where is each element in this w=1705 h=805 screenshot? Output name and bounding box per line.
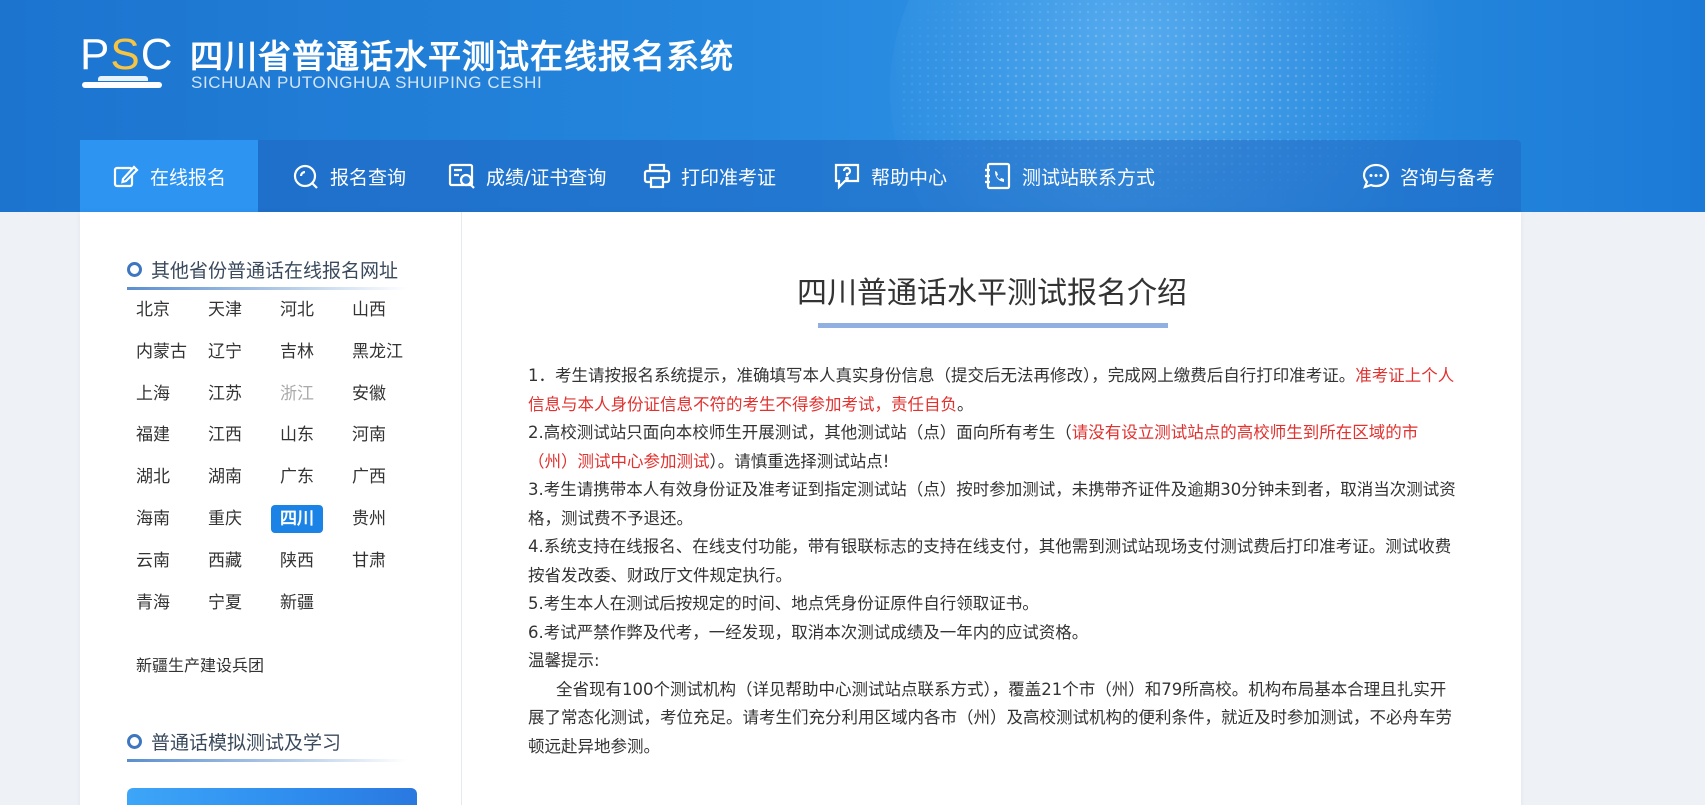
practice-banner[interactable] [127, 788, 417, 805]
nav-test-station-contacts[interactable]: 测试站联系方式 [984, 140, 1155, 212]
section-underline [127, 287, 407, 290]
province-link[interactable]: 青海 [127, 589, 179, 617]
province-link[interactable]: 北京 [127, 296, 179, 324]
notice-item-2: 2.高校测试站只面向本校师生开展测试，其他测试站（点）面向所有考生（请没有设立测… [528, 423, 1419, 471]
province-link[interactable]: 甘肃 [343, 547, 395, 575]
notice-item-1: 1．考生请按报名系统提示，准确填写本人真实身份信息（提交后无法再修改），完成网上… [528, 366, 1455, 414]
main-card: 其他省份普通话在线报名网址 北京 天津 河北 山西内蒙古 辽宁 吉林 黑龙江上海 江苏 浙江 安徽… [80, 212, 1521, 805]
nav-label: 报名查询 [330, 166, 407, 189]
main-nav: 在线报名 报名查询 成绩/证书查询 打印准考证 帮助中心 测试站联系方式 咨询与… [80, 140, 1521, 212]
province-link[interactable]: 吉林 [271, 338, 323, 366]
province-link[interactable]: 黑龙江 [343, 338, 412, 366]
title-underline [818, 323, 1168, 328]
province-link[interactable]: 山东 [271, 421, 323, 449]
province-link[interactable]: 新疆 [271, 589, 323, 617]
nav-score-certificate-query[interactable]: 成绩/证书查询 [448, 140, 606, 212]
phone-book-icon [985, 162, 1011, 190]
logo-book-base [82, 82, 162, 88]
printer-icon [643, 163, 671, 189]
site-header: PSC 四川省普通话水平测试在线报名系统 SICHUAN PUTONGHUA S… [0, 0, 1705, 212]
nav-help-center[interactable]: 帮助中心 [833, 140, 947, 212]
province-link[interactable]: 湖北 [127, 463, 179, 491]
province-link[interactable]: 浙江 [271, 380, 323, 408]
registration-notice: 1．考生请按报名系统提示，准确填写本人真实身份信息（提交后无法再修改），完成网上… [528, 362, 1458, 761]
province-link[interactable]: 西藏 [199, 547, 251, 575]
notice-item-4: 4.系统支持在线报名、在线支付功能，带有银联标志的支持在线支付，其他需到测试站现… [528, 537, 1452, 585]
province-link[interactable]: 辽宁 [199, 338, 251, 366]
section-underline [127, 759, 407, 762]
province-link[interactable]: 宁夏 [199, 589, 251, 617]
province-link[interactable]: 河南 [343, 421, 395, 449]
province-link[interactable]: 四川 [271, 505, 323, 533]
province-link[interactable]: 重庆 [199, 505, 251, 533]
notice-item-6: 6.考试严禁作弊及代考，一经发现，取消本次测试成绩及一年内的应试资格。 [528, 622, 1089, 642]
province-link[interactable]: 广东 [271, 463, 323, 491]
circle-bullet-icon [127, 734, 142, 749]
province-link-xinjiang-corps[interactable]: 新疆生产建设兵团 [136, 652, 264, 676]
nav-label: 打印准考证 [681, 166, 777, 189]
tip-body: 全省现有100个测试机构（详见帮助中心测试站点联系方式），覆盖21个市（州）和7… [528, 679, 1452, 756]
chat-icon [1362, 163, 1390, 189]
edit-icon [113, 165, 139, 188]
province-link[interactable]: 河北 [271, 296, 323, 324]
province-link[interactable]: 贵州 [343, 505, 395, 533]
nav-label: 帮助中心 [871, 166, 948, 189]
circle-bullet-icon [127, 262, 142, 277]
sidebar-section-provinces-heading: 其他省份普通话在线报名网址 [127, 256, 398, 283]
province-link[interactable]: 上海 [127, 380, 179, 408]
site-title: 四川省普通话水平测试在线报名系统 [190, 37, 734, 76]
nav-print-admission[interactable]: 打印准考证 [643, 140, 776, 212]
province-link[interactable]: 天津 [199, 296, 251, 324]
sidebar-section-practice-heading: 普通话模拟测试及学习 [127, 728, 341, 755]
section-title: 普通话模拟测试及学习 [151, 732, 342, 754]
tip-label: 温馨提示: [528, 651, 600, 670]
province-link[interactable]: 内蒙古 [127, 338, 196, 366]
province-link[interactable]: 福建 [127, 421, 179, 449]
province-link[interactable]: 陕西 [271, 547, 323, 575]
nav-consult-prepare[interactable]: 咨询与备考 [1362, 140, 1495, 212]
province-link[interactable]: 江西 [199, 421, 251, 449]
nav-label: 咨询与备考 [1400, 166, 1496, 189]
nav-label: 测试站联系方式 [1022, 166, 1156, 189]
nav-label: 成绩/证书查询 [486, 166, 607, 189]
help-icon [834, 163, 860, 190]
logo-letters: PSC [80, 30, 174, 79]
province-link[interactable]: 湖南 [199, 463, 251, 491]
sidebar: 其他省份普通话在线报名网址 北京 天津 河北 山西内蒙古 辽宁 吉林 黑龙江上海 江苏 浙江 安徽… [80, 212, 462, 805]
notice-item-3: 3.考生请携带本人有效身份证及准考证到指定测试站（点）按时参加测试，未携带齐证件… [528, 480, 1456, 528]
psc-logo[interactable]: PSC [80, 30, 173, 94]
province-link[interactable]: 安徽 [343, 380, 395, 408]
province-link[interactable]: 海南 [127, 505, 179, 533]
content-area: 四川普通话水平测试报名介绍 1．考生请按报名系统提示，准确填写本人真实身份信息（… [463, 212, 1521, 805]
province-link[interactable]: 山西 [343, 296, 395, 324]
logo-book-top [98, 76, 148, 81]
nav-online-registration[interactable]: 在线报名 [80, 140, 259, 212]
province-link[interactable]: 云南 [127, 547, 179, 575]
nav-registration-query[interactable]: 报名查询 [292, 140, 406, 212]
notice-item-5: 5.考生本人在测试后按规定的时间、地点凭身份证原件自行领取证书。 [528, 594, 1039, 613]
province-link[interactable]: 广西 [343, 463, 395, 491]
section-title: 其他省份普通话在线报名网址 [151, 260, 399, 282]
site-subtitle: SICHUAN PUTONGHUA SHUIPING CESHI [191, 73, 543, 92]
province-link[interactable]: 江苏 [199, 380, 251, 408]
page-title: 四川普通话水平测试报名介绍 [797, 276, 1187, 311]
search-icon [293, 164, 318, 189]
nav-label: 在线报名 [150, 166, 227, 189]
certificate-search-icon [448, 163, 475, 189]
